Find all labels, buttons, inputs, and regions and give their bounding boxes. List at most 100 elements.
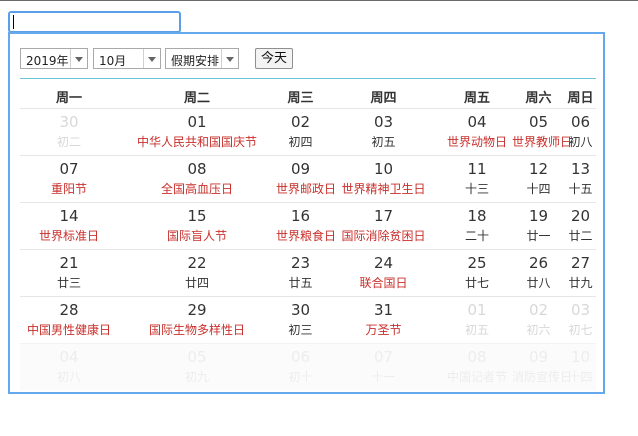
- day-cell[interactable]: 20 廿二: [565, 203, 596, 249]
- day-cell[interactable]: 10 十四: [565, 344, 596, 390]
- day-cell[interactable]: 02 初六: [512, 297, 565, 343]
- day-cell[interactable]: 18 二十: [442, 203, 512, 249]
- day-cell[interactable]: 07 重阳节: [20, 156, 118, 202]
- lunar-date-label: 初九: [184, 370, 209, 384]
- lunar-date-label: 初四: [288, 135, 313, 149]
- weekday-label: 周二: [183, 91, 210, 106]
- month-select-value: 10月: [99, 54, 127, 68]
- lunar-date-label: 廿四: [184, 276, 209, 290]
- day-number: 24: [373, 254, 394, 272]
- day-number: 18: [467, 207, 487, 225]
- day-number: 06: [290, 348, 311, 366]
- day-cell[interactable]: 05 初九: [118, 344, 276, 390]
- holiday-select[interactable]: 假期安排: [165, 48, 239, 69]
- today-button[interactable]: 今天: [255, 48, 293, 69]
- day-cell[interactable]: 09 世界邮政日: [276, 156, 336, 202]
- day-number: 10: [373, 160, 394, 178]
- day-cell[interactable]: 14 世界标准日: [20, 203, 118, 249]
- holiday-label: 中国男性健康日: [26, 323, 111, 337]
- day-cell[interactable]: 03 初五: [325, 109, 442, 155]
- day-cell[interactable]: 15 国际盲人节: [118, 203, 276, 249]
- year-select[interactable]: 2019年: [20, 48, 88, 69]
- lunar-date-label: 消防宣传日: [512, 370, 573, 384]
- date-input-field[interactable]: [8, 11, 181, 33]
- day-cell[interactable]: 23 廿五: [276, 250, 325, 296]
- holiday-label: 国际生物多样性日: [148, 323, 245, 337]
- calendar-week-row: 07 重阳节 08 全国高血压日 09 世界邮政日 10 世界精神卫生日 11 十三 12 十四 13 十…: [20, 155, 596, 202]
- calendar-week-row: 30 初二 01 中华人民共和国国庆节 02 初四 03 初五 04 世界动物日 05 世界教师日 06…: [20, 108, 596, 155]
- day-cell[interactable]: 17 国际消除贫困日: [325, 203, 442, 249]
- day-number: 07: [59, 160, 79, 178]
- day-cell[interactable]: 06 初八: [565, 109, 596, 155]
- day-cell[interactable]: 31 万圣节: [325, 297, 442, 343]
- lunar-date-label: 十五: [568, 182, 593, 196]
- day-cell[interactable]: 01 中华人民共和国国庆节: [118, 109, 276, 155]
- calendar-week-row: 04 初八 05 初九 06 初十 07 十一 08 中国记者节 09 消防宣传日 10 十四: [20, 343, 596, 390]
- day-cell[interactable]: 21 廿三: [20, 250, 118, 296]
- lunar-date-label: 十三: [464, 182, 489, 196]
- day-cell[interactable]: 03 初七: [565, 297, 596, 343]
- calendar-week-row: 28 中国男性健康日 29 国际生物多样性日 30 初三 31 万圣节 01 初五 02 初六 03 初七: [20, 296, 596, 343]
- day-cell[interactable]: 12 十四: [512, 156, 565, 202]
- chevron-down-icon[interactable]: [143, 49, 160, 68]
- holiday-label: 全国高血压日: [160, 182, 233, 196]
- day-number: 20: [570, 207, 591, 225]
- day-cell[interactable]: 26 廿八: [512, 250, 565, 296]
- calendar-week-row: 14 世界标准日 15 国际盲人节 16 世界粮食日 17 国际消除贫困日 18 二十 19 廿一 20…: [20, 202, 596, 249]
- holiday-label: 世界粮食日: [276, 229, 337, 243]
- day-cell[interactable]: 10 世界精神卫生日: [325, 156, 442, 202]
- day-cell[interactable]: 27 廿九: [565, 250, 596, 296]
- lunar-date-label: 初十: [288, 370, 313, 384]
- day-number: 22: [187, 254, 207, 272]
- lunar-date-label: 十一: [371, 370, 396, 384]
- lunar-date-label: 二十: [464, 229, 489, 243]
- day-number: 29: [187, 301, 207, 319]
- day-number: 05: [528, 113, 549, 131]
- day-number: 08: [467, 348, 487, 366]
- day-number: 25: [467, 254, 487, 272]
- day-number: 08: [187, 160, 207, 178]
- lunar-date-label: 初五: [371, 135, 396, 149]
- day-cell[interactable]: 07 十一: [325, 344, 442, 390]
- day-cell[interactable]: 05 世界教师日: [512, 109, 573, 155]
- lunar-date-label: 初八: [568, 135, 593, 149]
- lunar-date-label: 初八: [56, 370, 81, 384]
- day-number: 02: [290, 113, 311, 131]
- day-cell[interactable]: 30 初三: [276, 297, 325, 343]
- day-cell[interactable]: 16 世界粮食日: [276, 203, 337, 249]
- day-number: 02: [528, 301, 549, 319]
- holiday-label: 世界标准日: [38, 229, 99, 243]
- day-cell[interactable]: 24 联合国日: [325, 250, 442, 296]
- day-cell[interactable]: 09 消防宣传日: [512, 344, 573, 390]
- day-cell[interactable]: 22 廿四: [118, 250, 276, 296]
- day-cell[interactable]: 25 廿七: [442, 250, 512, 296]
- lunar-date-label: 廿一: [526, 229, 551, 243]
- year-select-value: 2019年: [26, 54, 69, 68]
- day-cell[interactable]: 30 初二: [20, 109, 118, 155]
- day-cell[interactable]: 08 全国高血压日: [118, 156, 276, 202]
- day-cell[interactable]: 13 十五: [565, 156, 596, 202]
- day-cell[interactable]: 11 十三: [442, 156, 512, 202]
- chevron-down-icon[interactable]: [70, 49, 87, 68]
- calendar-weeks: 30 初二 01 中华人民共和国国庆节 02 初四 03 初五 04 世界动物日 05 世界教师日 06…: [20, 108, 596, 390]
- month-select[interactable]: 10月: [93, 48, 161, 69]
- weekday-label: 周六: [525, 91, 552, 106]
- day-number: 21: [59, 254, 79, 272]
- day-cell[interactable]: 01 初五: [442, 297, 512, 343]
- day-cell[interactable]: 29 国际生物多样性日: [118, 297, 276, 343]
- holiday-label: 中华人民共和国国庆节: [136, 135, 257, 149]
- chevron-down-icon[interactable]: [221, 49, 238, 68]
- weekday-label: 周日: [567, 91, 594, 106]
- day-cell[interactable]: 04 世界动物日: [442, 109, 512, 155]
- day-cell[interactable]: 02 初四: [276, 109, 325, 155]
- day-cell[interactable]: 04 初八: [20, 344, 118, 390]
- day-cell[interactable]: 19 廿一: [512, 203, 565, 249]
- day-cell[interactable]: 08 中国记者节: [442, 344, 512, 390]
- day-cell[interactable]: 06 初十: [276, 344, 325, 390]
- holiday-label: 世界教师日: [512, 135, 573, 149]
- day-number: 27: [570, 254, 591, 272]
- day-cell[interactable]: 28 中国男性健康日: [20, 297, 118, 343]
- weekday-label: 周三: [287, 91, 314, 106]
- day-number: 03: [373, 113, 394, 131]
- day-number: 26: [528, 254, 549, 272]
